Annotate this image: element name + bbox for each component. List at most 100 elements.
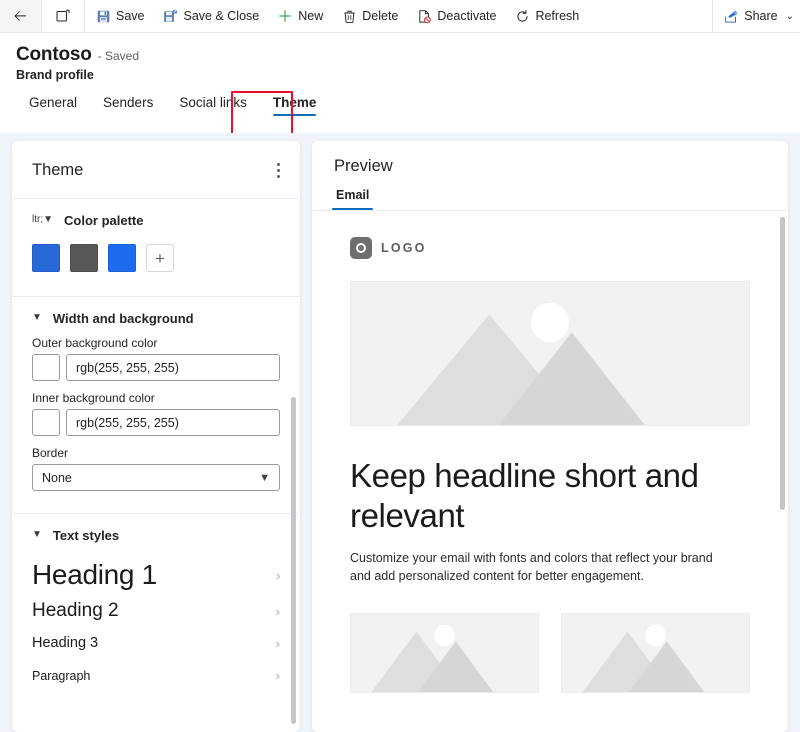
trash-icon [341,8,357,24]
chevron-down-icon: ▼ [32,311,42,323]
new-label: New [298,9,324,23]
section-text-styles: ▼ Text styles Heading 1 › Heading 2 › He… [12,514,300,692]
save-and-close-icon [163,8,179,24]
email-body-text: Customize your email with fonts and colo… [350,550,713,583]
column-image-placeholder-2 [561,612,750,693]
command-bar: Save Save & Close New Delete Deactivate … [0,0,800,33]
plus-icon [277,8,293,24]
share-label: Share [744,9,778,23]
text-style-paragraph-label: Paragraph [32,668,91,683]
border-select-value: None [42,470,72,485]
section-color-palette-header[interactable]: ltr;▼ Color palette [32,199,280,238]
open-in-new-window-icon [55,8,71,24]
email-canvas: LOGO Keep headline short and relevant Cu… [312,211,788,693]
inner-background-color-label: Inner background color [32,391,155,405]
chevron-down-icon: ▼ [259,471,270,484]
text-style-heading-2[interactable]: Heading 2 › [32,595,280,627]
more-options-icon[interactable] [271,157,286,184]
preview-panel: Preview Email LOGO Keep headline short a… [312,141,788,732]
refresh-icon [514,8,530,24]
outer-background-color-input[interactable]: rgb(255, 255, 255) [66,354,280,381]
save-label: Save [116,9,145,23]
field-border: Border None ▼ [32,446,280,507]
preview-panel-scrollbar[interactable] [780,217,785,510]
work-area: Theme ltr;▼ Color palette + ▼ Width and … [0,133,800,732]
save-and-close-button[interactable]: Save & Close [154,0,269,32]
section-width-and-background: ▼ Width and background Outer background … [12,297,300,507]
share-icon [723,8,739,24]
theme-panel-header: Theme [12,141,300,199]
delete-label: Delete [362,9,399,23]
tab-senders[interactable]: Senders [90,93,166,119]
theme-panel-scrollbar[interactable] [291,397,296,724]
page-title: Contoso [16,44,92,65]
mountain-placeholder-icon [562,613,749,692]
email-headline: Keep headline short and relevant [350,457,699,535]
section-width-and-background-header[interactable]: ▼ Width and background [32,297,280,336]
chevron-down-icon: ▼ [32,528,42,540]
save-status: - Saved [97,49,139,63]
popout-button[interactable] [43,0,83,32]
outer-background-color-label: Outer background color [32,336,158,350]
field-outer-background-color: Outer background color rgb(255, 255, 255… [32,336,280,391]
section-text-styles-header[interactable]: ▼ Text styles [32,514,280,553]
tab-general[interactable]: General [16,93,90,119]
column-image-placeholder-1 [350,612,539,693]
toolbar-divider [41,0,42,32]
email-logo: LOGO [350,237,750,281]
arrow-left-icon [12,8,28,24]
tab-social-links[interactable]: Social links [166,93,260,119]
color-swatch-list: + [32,238,280,290]
text-style-paragraph[interactable]: Paragraph › [32,659,280,692]
refresh-label: Refresh [535,9,580,23]
theme-panel-title: Theme [32,161,84,179]
border-select[interactable]: None ▼ [32,464,280,491]
logo-icon [350,237,372,259]
inner-background-color-input[interactable]: rgb(255, 255, 255) [66,409,280,436]
tab-theme-label: Theme [272,95,317,110]
section-text-styles-title: Text styles [52,528,120,543]
delete-button[interactable]: Delete [332,0,407,32]
chevron-right-icon: › [275,635,280,651]
tab-email-label: Email [336,188,370,202]
toolbar-divider [84,0,85,32]
section-color-palette: ltr;▼ Color palette + [12,199,300,290]
color-swatch-3[interactable] [108,244,136,272]
preview-panel-title: Preview [334,157,393,175]
tab-senders-label: Senders [103,95,154,110]
tab-general-label: General [29,95,78,110]
mountain-placeholder-icon [351,613,538,692]
outer-background-color-swatch[interactable] [32,354,60,381]
text-style-heading-1[interactable]: Heading 1 › [32,553,280,595]
share-button[interactable]: Share ⌄ [714,0,800,32]
text-style-heading-2-label: Heading 2 [32,600,119,621]
chevron-right-icon: › [275,603,280,619]
mountain-placeholder-icon [351,282,749,425]
save-and-close-label: Save & Close [183,9,260,23]
logo-text: LOGO [381,241,427,255]
deactivate-icon [416,8,432,24]
preview-panel-header: Preview Email [312,141,788,210]
refresh-button[interactable]: Refresh [505,0,588,32]
tab-theme[interactable]: Theme [260,93,330,119]
border-label: Border [32,446,69,460]
form-tabs: General Senders Social links Theme [16,91,800,135]
chevron-right-icon: › [275,567,280,583]
section-color-palette-title: Color palette [64,213,144,228]
tab-social-links-label: Social links [179,95,247,110]
tab-email[interactable]: Email [331,188,374,210]
back-button[interactable] [0,0,40,32]
page-header: Contoso - Saved Brand profile General Se… [0,33,800,135]
plus-icon: + [155,248,165,268]
save-button[interactable]: Save [86,0,154,32]
add-color-button[interactable]: + [146,244,174,272]
text-style-heading-3[interactable]: Heading 3 › [32,627,280,659]
hero-image-placeholder [350,281,750,426]
deactivate-button[interactable]: Deactivate [407,0,505,32]
new-button[interactable]: New [268,0,332,32]
save-icon [95,8,111,24]
color-swatch-1[interactable] [32,244,60,272]
record-title-row: Contoso - Saved [16,44,800,66]
color-swatch-2[interactable] [70,244,98,272]
inner-background-color-swatch[interactable] [32,409,60,436]
